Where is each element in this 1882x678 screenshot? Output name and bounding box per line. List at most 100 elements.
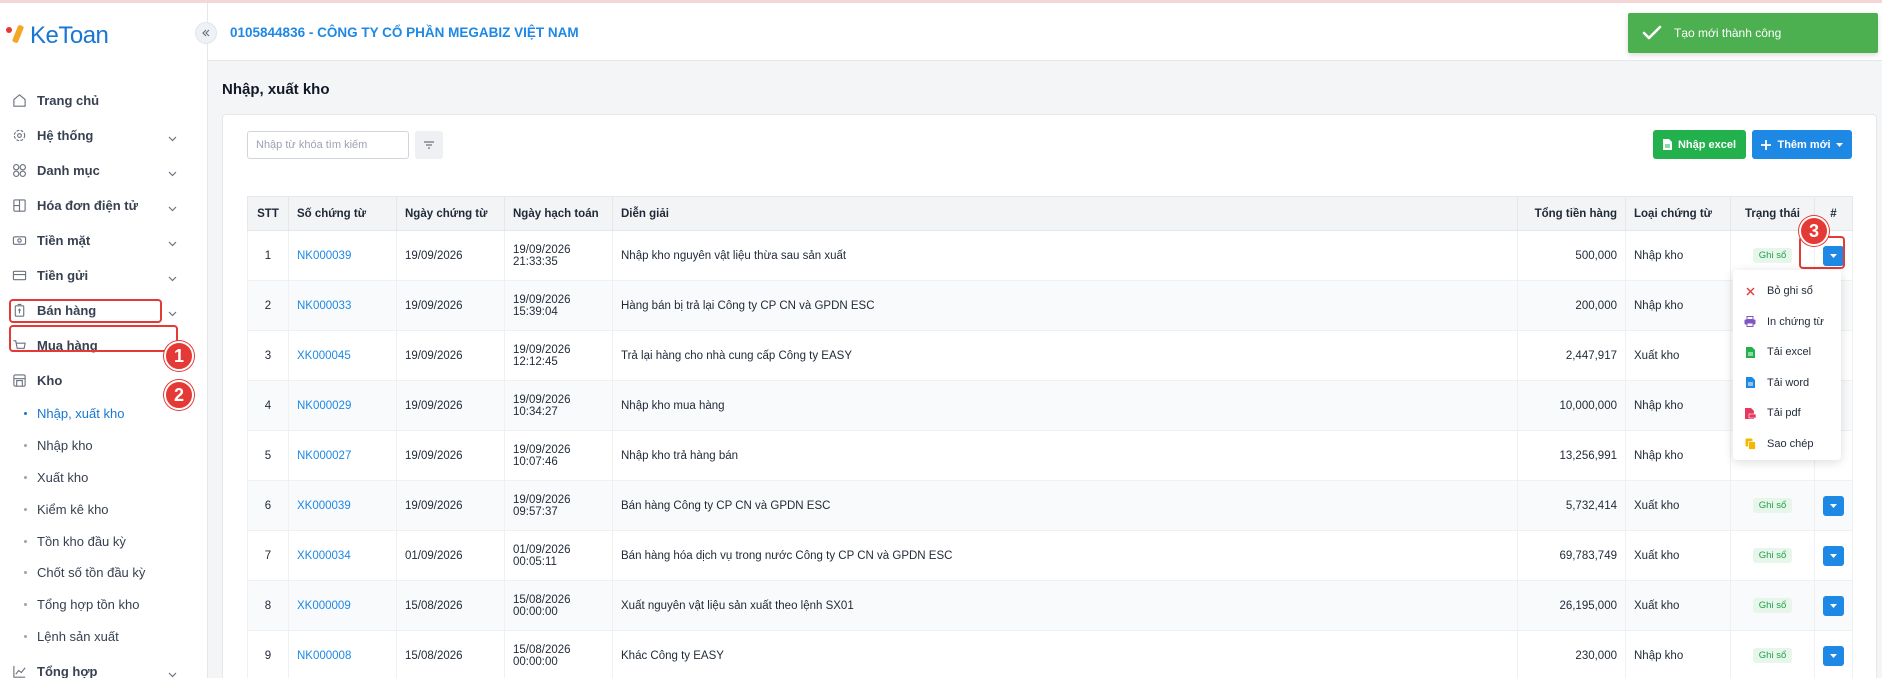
table-row[interactable]: 1 NK000039 19/09/2026 19/09/2026 21:33:35 Nhậ…: [247, 230, 1853, 281]
cell-type: Nhập kho: [1625, 380, 1731, 431]
cell-status: Ghi sổ: [1730, 530, 1815, 581]
column-header[interactable]: Tổng tiền hàng: [1517, 196, 1626, 231]
table-row[interactable]: 6 XK000039 19/09/2026 19/09/2026 09:57:37 Bán…: [247, 480, 1853, 531]
column-header[interactable]: Số chứng từ: [288, 196, 397, 231]
sidebar-subitem-2[interactable]: Xuất kho: [0, 462, 207, 494]
table-row[interactable]: 7 XK000034 01/09/2026 01/09/2026 00:05:11 Bán…: [247, 530, 1853, 581]
cell-acc-date: 15/08/2026 00:00:00: [504, 630, 613, 678]
status-badge: Ghi sổ: [1752, 248, 1793, 263]
bullet-dot: [24, 507, 27, 511]
column-header[interactable]: STT: [247, 196, 289, 231]
document-code-link[interactable]: NK000029: [297, 400, 351, 412]
document-code-link[interactable]: XK000034: [297, 550, 351, 562]
sidebar-subitem-6[interactable]: Tổng hợp tồn kho: [0, 589, 207, 621]
sidebar-item-4[interactable]: Tiền mặt: [0, 223, 207, 258]
cell-doc-date: 19/09/2026: [396, 280, 505, 331]
cell-stt: 4: [247, 380, 289, 431]
sidebar-item-2[interactable]: Danh mục: [0, 153, 207, 188]
sidebar-item-5[interactable]: Tiền gửi: [0, 258, 207, 293]
row-action-button[interactable]: [1823, 595, 1844, 616]
cell-acc-date: 19/09/2026 09:57:37: [504, 480, 613, 531]
column-header[interactable]: Ngày hạch toán: [504, 196, 613, 231]
sidebar-subitem-5[interactable]: Chốt số tồn đầu kỳ: [0, 557, 207, 589]
row-action-button[interactable]: [1823, 495, 1844, 516]
word-file-icon: [1743, 377, 1757, 389]
search-input[interactable]: [247, 131, 409, 159]
row-action-button[interactable]: [1823, 645, 1844, 666]
logo-text: KeToan: [30, 22, 109, 49]
sidebar-subitem-7[interactable]: Lệnh sản xuất: [0, 621, 207, 653]
cell-description: Nhập kho nguyên vật liệu thừa sau sản xu…: [612, 230, 1518, 281]
sidebar-item-1[interactable]: Hệ thống: [0, 118, 207, 153]
filter-button[interactable]: [415, 131, 443, 159]
column-header[interactable]: Loại chứng từ: [1625, 196, 1731, 231]
document-code-link[interactable]: NK000027: [297, 450, 351, 462]
acc-date: 19/09/2026: [513, 243, 571, 256]
cell-description: Nhập kho trả hàng bán: [612, 430, 1518, 481]
company-name[interactable]: 0105844836 - CÔNG TY CỔ PHẦN MEGABIZ VIỆ…: [230, 25, 579, 40]
sidebar-subitem-label: Tổng hợp tồn kho: [37, 597, 140, 613]
acc-date: 15/08/2026: [513, 643, 571, 656]
caret-down-icon: [1830, 553, 1837, 558]
cell-total: 2,447,917: [1517, 330, 1626, 381]
plus-icon: [1761, 139, 1772, 150]
chevron-down-icon: [168, 130, 177, 145]
document-code-link[interactable]: XK000039: [297, 500, 351, 512]
add-new-button[interactable]: Thêm mới: [1752, 130, 1852, 159]
acc-date: 19/09/2026: [513, 293, 571, 306]
success-toast[interactable]: Tạo mới thành công: [1628, 13, 1878, 53]
document-code-link[interactable]: NK000039: [297, 250, 351, 262]
acc-date: 19/09/2026: [513, 393, 571, 406]
sidebar-item-3[interactable]: Hóa đơn điện tử: [0, 188, 207, 223]
sidebar-collapse-button[interactable]: [195, 22, 217, 44]
sidebar-item-summary[interactable]: Tổng hợp: [0, 654, 207, 678]
column-header[interactable]: Diễn giải: [612, 196, 1518, 231]
status-badge: Ghi sổ: [1752, 648, 1793, 663]
chart-line-icon: [11, 664, 27, 678]
import-excel-button[interactable]: Nhập excel: [1653, 130, 1746, 159]
cell-type: Nhập kho: [1625, 280, 1731, 331]
cell-stt: 1: [247, 230, 289, 281]
table-row[interactable]: 9 NK000008 15/08/2026 15/08/2026 00:00:00 Khá…: [247, 630, 1853, 678]
sidebar-subitem-4[interactable]: Tồn kho đầu kỳ: [0, 525, 207, 557]
table-row[interactable]: 3 XK000045 19/09/2026 19/09/2026 12:12:45 Trả…: [247, 330, 1853, 381]
row-action-dropdown: Bỏ ghi sổ In chứng từ Tải excel Tải word Tải…: [1733, 270, 1841, 460]
dropdown-item-0[interactable]: Bỏ ghi sổ: [1733, 276, 1841, 307]
cell-doc-date: 15/08/2026: [396, 580, 505, 631]
cell-description: Nhập kho mua hàng: [612, 380, 1518, 431]
add-new-label: Thêm mới: [1777, 138, 1831, 151]
logo[interactable]: KeToan: [6, 21, 109, 51]
document-code-link[interactable]: NK000008: [297, 650, 351, 662]
dropdown-item-2[interactable]: Tải excel: [1733, 337, 1841, 368]
dropdown-item-3[interactable]: Tải word: [1733, 368, 1841, 399]
document-code-link[interactable]: XK000045: [297, 350, 351, 362]
table-row[interactable]: 5 NK000027 19/09/2026 19/09/2026 10:07:46 Nhậ…: [247, 430, 1853, 481]
document-code-link[interactable]: NK000033: [297, 300, 351, 312]
excel-file-icon: [1743, 346, 1757, 358]
cell-code: XK000009: [288, 580, 397, 631]
sidebar-item-label: Tổng hợp: [37, 664, 98, 678]
table-row[interactable]: 2 NK000033 19/09/2026 19/09/2026 15:39:04 Hàn…: [247, 280, 1853, 331]
chevron-down-icon: [168, 200, 177, 215]
page-title: Nhập, xuất kho: [222, 81, 330, 98]
acc-date: 19/09/2026: [513, 443, 571, 456]
sidebar-item-0[interactable]: Trang chủ: [0, 83, 207, 118]
status-badge: Ghi sổ: [1752, 498, 1793, 513]
bullet-dot: [24, 539, 27, 543]
dropdown-item-1[interactable]: In chứng từ: [1733, 307, 1841, 338]
cell-total: 500,000: [1517, 230, 1626, 281]
document-code-link[interactable]: XK000009: [297, 600, 351, 612]
sidebar-subitem-1[interactable]: Nhập kho: [0, 430, 207, 462]
table-row[interactable]: 4 NK000029 19/09/2026 19/09/2026 10:34:27 Nhậ…: [247, 380, 1853, 431]
sidebar-subitem-label: Chốt số tồn đầu kỳ: [37, 565, 146, 581]
callout-number-2: 2: [164, 380, 194, 410]
row-action-button[interactable]: [1823, 545, 1844, 566]
cell-stt: 5: [247, 430, 289, 481]
table-row[interactable]: 8 XK000009 15/08/2026 15/08/2026 00:00:00 Xuấ…: [247, 580, 1853, 631]
cell-acc-date: 19/09/2026 10:07:46: [504, 430, 613, 481]
sidebar-subitem-3[interactable]: Kiểm kê kho: [0, 493, 207, 525]
dropdown-item-4[interactable]: Tải pdf: [1733, 398, 1841, 429]
sidebar-subitem-label: Xuất kho: [37, 469, 89, 485]
column-header[interactable]: Ngày chứng từ: [396, 196, 505, 231]
dropdown-item-5[interactable]: Sao chép: [1733, 429, 1841, 460]
